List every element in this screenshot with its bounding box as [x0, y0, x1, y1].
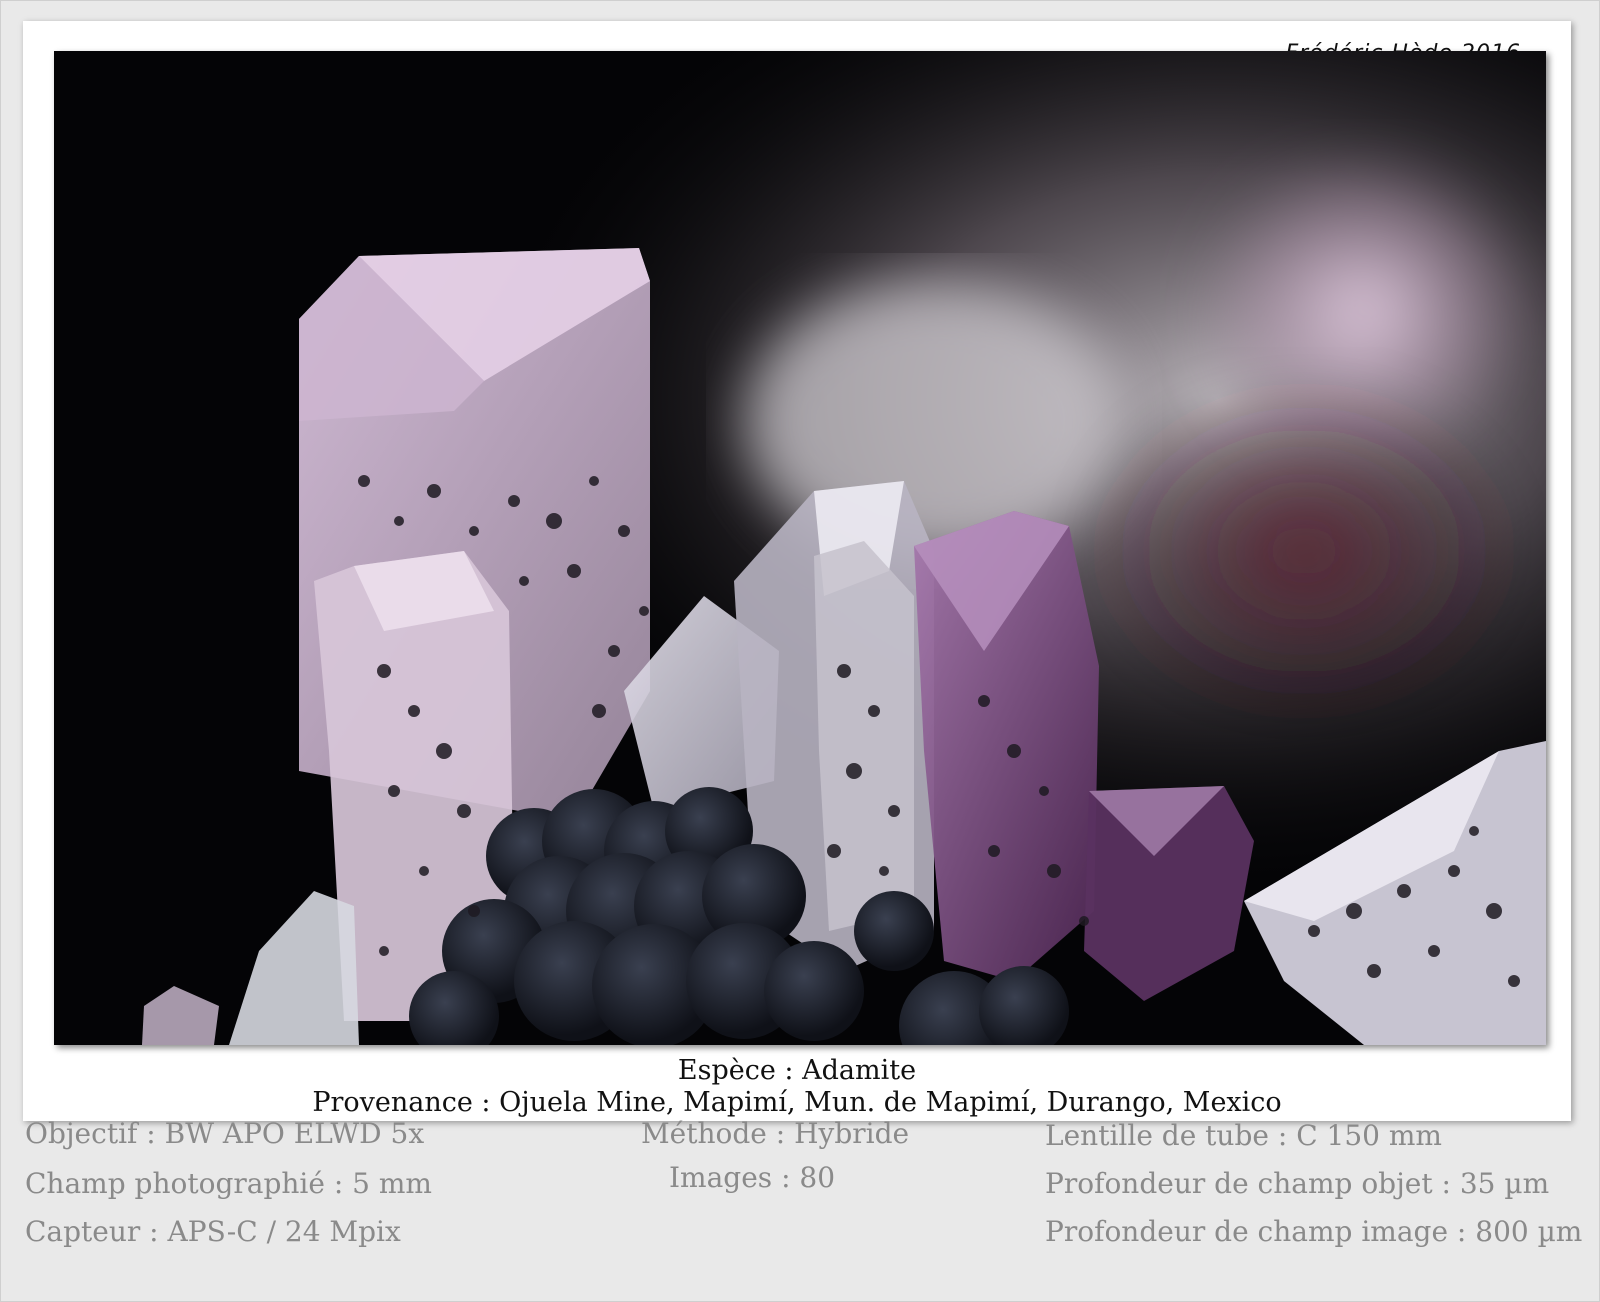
tube-lens-detail: Lentille de tube : C 150 mm	[1045, 1119, 1442, 1152]
caption: Espèce : Adamite Provenance : Ojuela Min…	[23, 1055, 1571, 1119]
page: Frédéric Hède 2016	[0, 0, 1600, 1302]
field-detail: Champ photographié : 5 mm	[25, 1167, 432, 1200]
species-label: Espèce : Adamite	[677, 1055, 917, 1086]
provenance-label: Provenance : Ojuela Mine, Mapimí, Mun. d…	[312, 1087, 1282, 1118]
adamite-crystal-image	[54, 51, 1546, 1045]
mineral-photo	[54, 51, 1546, 1045]
sensor-detail: Capteur : APS-C / 24 Mpix	[25, 1215, 401, 1248]
object-dof-detail: Profondeur de champ objet : 35 µm	[1045, 1167, 1550, 1200]
images-detail: Images : 80	[669, 1161, 836, 1194]
image-dof-detail: Profondeur de champ image : 800 µm	[1045, 1215, 1583, 1248]
method-detail: Méthode : Hybride	[641, 1117, 910, 1150]
photo-card: Frédéric Hède 2016	[23, 21, 1571, 1121]
objective-detail: Objectif : BW APO ELWD 5x	[25, 1117, 425, 1150]
